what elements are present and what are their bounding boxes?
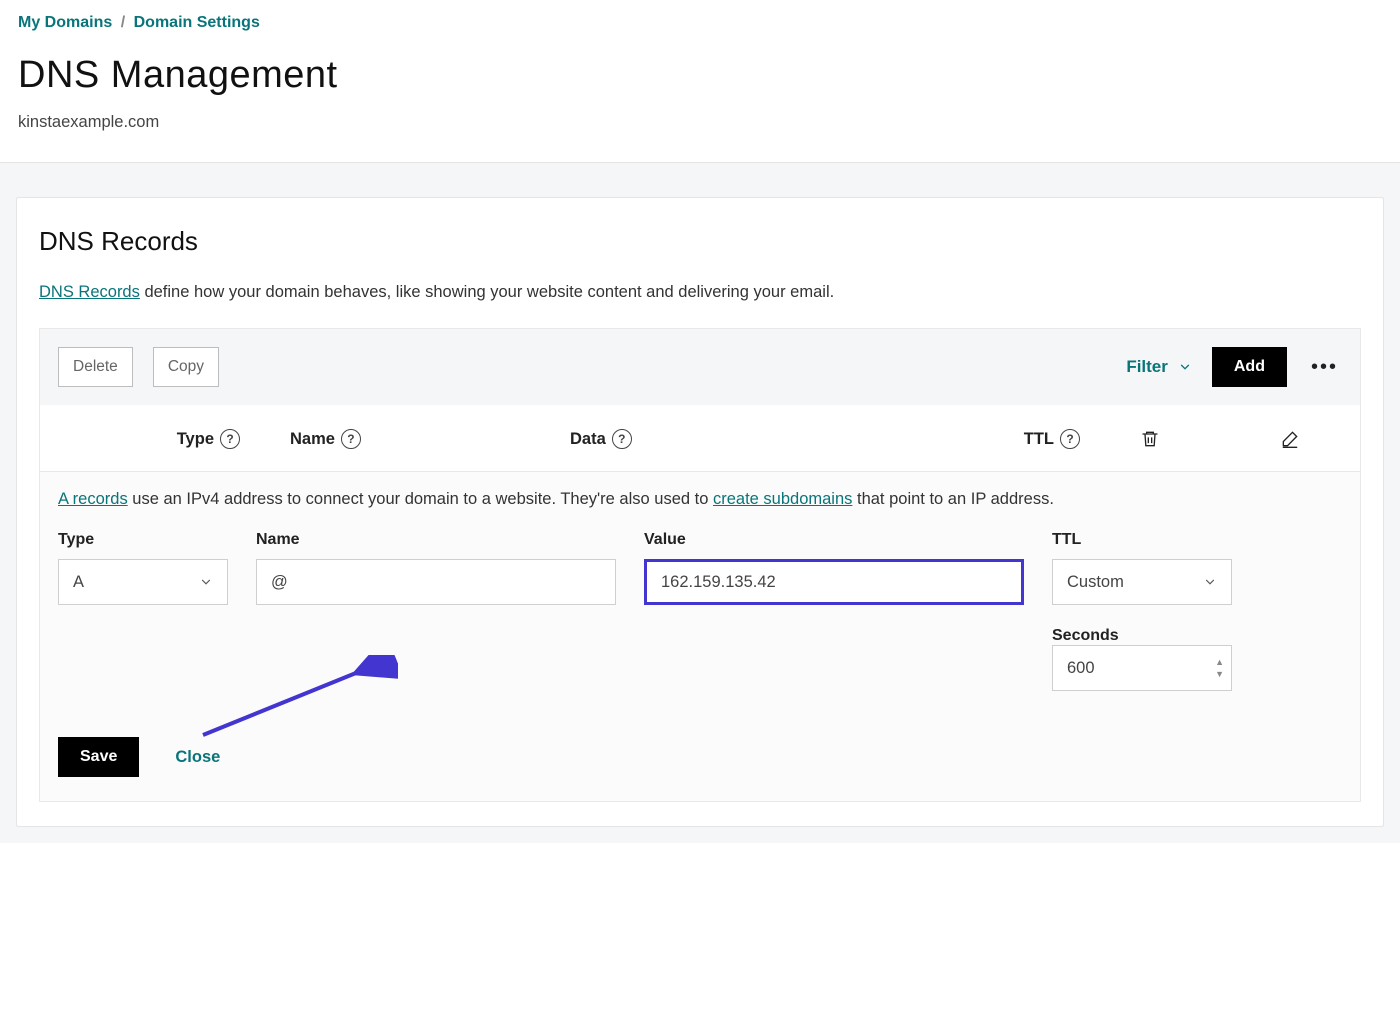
breadcrumb-separator: /	[121, 14, 125, 31]
more-menu-icon[interactable]: •••	[1307, 356, 1342, 379]
help-icon[interactable]: ?	[1060, 429, 1080, 449]
help-icon[interactable]: ?	[612, 429, 632, 449]
delete-button[interactable]: Delete	[58, 347, 133, 387]
name-input[interactable]	[256, 559, 616, 605]
page-title: DNS Management	[18, 54, 1382, 97]
value-input[interactable]	[644, 559, 1024, 605]
type-select[interactable]: A	[58, 559, 228, 605]
add-button[interactable]: Add	[1212, 347, 1287, 387]
breadcrumb: My Domains / Domain Settings	[18, 14, 1382, 32]
dns-records-title: DNS Records	[39, 226, 1361, 257]
records-table-header: Type ? Name ? Data ? TTL ?	[39, 405, 1361, 472]
copy-button[interactable]: Copy	[153, 347, 219, 387]
stepper-up-icon[interactable]: ▲	[1215, 657, 1224, 667]
stepper-down-icon[interactable]: ▼	[1215, 669, 1224, 679]
close-button[interactable]: Close	[175, 748, 220, 767]
chevron-down-icon	[199, 575, 213, 589]
breadcrumb-my-domains[interactable]: My Domains	[18, 14, 112, 31]
a-record-description: A records use an IPv4 address to connect…	[58, 490, 1342, 509]
edit-icon[interactable]	[1280, 429, 1300, 449]
dns-records-desc-text: define how your domain behaves, like sho…	[140, 283, 834, 301]
help-icon[interactable]: ?	[220, 429, 240, 449]
a-records-link[interactable]: A records	[58, 490, 128, 508]
trash-icon[interactable]	[1140, 429, 1160, 449]
chevron-down-icon	[1203, 575, 1217, 589]
value-field-label: Value	[644, 531, 1024, 549]
seconds-stepper[interactable]: ▲ ▼	[1215, 657, 1224, 679]
filter-dropdown[interactable]: Filter	[1126, 357, 1192, 377]
type-field-label: Type	[58, 531, 228, 549]
seconds-input[interactable]	[1052, 645, 1232, 691]
chevron-down-icon	[1178, 360, 1192, 374]
dns-records-link[interactable]: DNS Records	[39, 283, 140, 301]
type-select-value: A	[73, 573, 84, 592]
help-icon[interactable]: ?	[341, 429, 361, 449]
a-record-form: A records use an IPv4 address to connect…	[39, 472, 1361, 802]
domain-name: kinstaexample.com	[18, 113, 1382, 132]
col-data-label: Data	[570, 430, 606, 449]
dns-records-description: DNS Records define how your domain behav…	[39, 283, 1361, 302]
col-name-label: Name	[290, 430, 335, 449]
save-button[interactable]: Save	[58, 737, 139, 777]
filter-label: Filter	[1126, 357, 1168, 377]
ttl-select-value: Custom	[1067, 573, 1124, 592]
col-ttl-label: TTL	[1024, 430, 1054, 449]
col-type-label: Type	[177, 430, 214, 449]
create-subdomains-link[interactable]: create subdomains	[713, 490, 852, 508]
ttl-select[interactable]: Custom	[1052, 559, 1232, 605]
records-toolbar: Delete Copy Filter Add •••	[39, 328, 1361, 405]
seconds-field-label: Seconds	[1052, 627, 1119, 644]
name-field-label: Name	[256, 531, 616, 549]
dns-records-card: DNS Records DNS Records define how your …	[16, 197, 1384, 827]
breadcrumb-domain-settings[interactable]: Domain Settings	[134, 14, 260, 31]
ttl-field-label: TTL	[1052, 531, 1232, 549]
